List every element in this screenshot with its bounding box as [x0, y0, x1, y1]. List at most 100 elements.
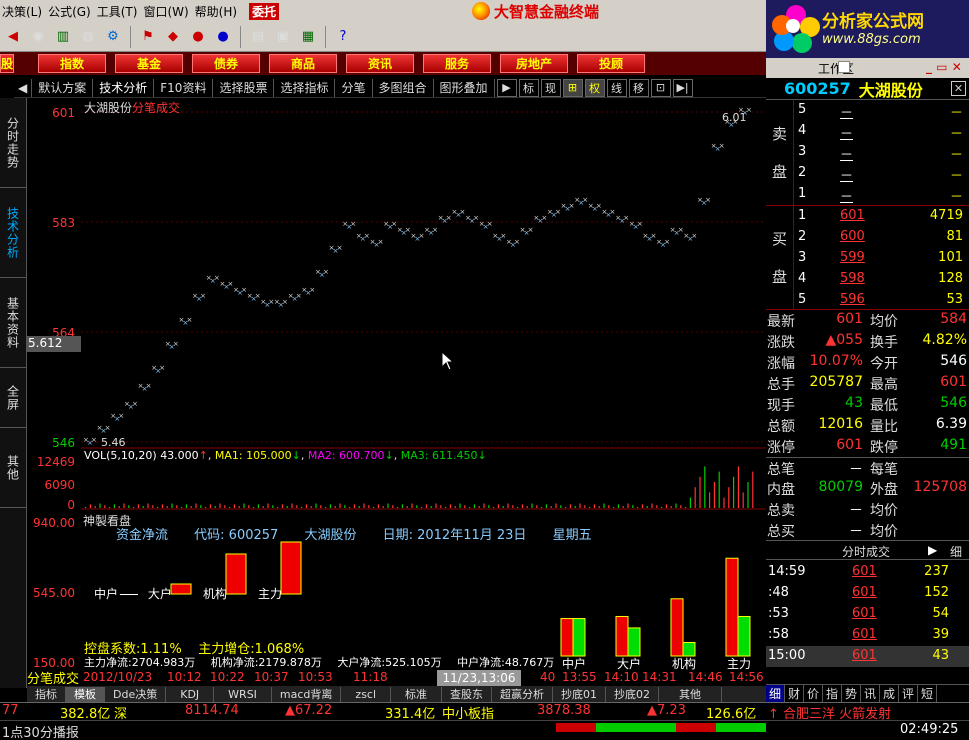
buy-row[interactable]: 3 599 101	[794, 248, 969, 269]
func-select-stock[interactable]: 选择股票	[213, 78, 275, 97]
nav-news[interactable]: 资讯	[346, 54, 414, 73]
func-move[interactable]: 移	[628, 78, 649, 97]
nav-realestate[interactable]: 房地产	[500, 54, 568, 73]
close-icon[interactable]: ✕	[951, 81, 966, 96]
status-broadcast[interactable]: 1点30分播报	[2, 722, 79, 740]
buy-row[interactable]: 2 600 81	[794, 227, 969, 248]
circle-blue-icon[interactable]: ●	[212, 26, 234, 48]
eye-icon[interactable]: ◉	[27, 26, 49, 48]
itab-shareholder[interactable]: 查股东	[442, 686, 493, 702]
sell-volume: －	[949, 169, 963, 184]
next-icon[interactable]: ▶|	[672, 78, 693, 97]
help-icon[interactable]: ?	[332, 26, 354, 48]
itab-macd[interactable]: macd背离	[272, 686, 342, 702]
itab-dde[interactable]: Dde决策	[105, 686, 167, 702]
rp-tab[interactable]: 指	[823, 685, 842, 702]
tick-tab-detail[interactable]: 细	[950, 543, 962, 560]
window-controls-icon[interactable]: _ ▭ ✕	[926, 60, 962, 74]
menu-trade[interactable]: 委托	[249, 2, 280, 20]
right-panel-tabs: 细财价指势讯成评短	[766, 684, 969, 702]
expand-icon[interactable]: ⊡	[650, 78, 671, 97]
rp-tab[interactable]: 价	[804, 685, 823, 702]
nav-fund[interactable]: 基金	[115, 54, 183, 73]
func-line[interactable]: 线	[606, 78, 627, 97]
func-multi-chart[interactable]: 多图组合	[373, 78, 434, 97]
circle-red-icon[interactable]: ●	[187, 26, 209, 48]
itab-standard[interactable]: 标准	[391, 686, 443, 702]
itab-super[interactable]: 超赢分析	[492, 686, 554, 702]
play-right-icon[interactable]: ▶	[496, 78, 517, 97]
itab-bottom02[interactable]: 抄底02	[606, 686, 660, 702]
buy-row[interactable]: 5 596 53	[794, 290, 969, 311]
itab-kdj[interactable]: KDJ	[166, 686, 215, 702]
menu-decision[interactable]: 决策(L)	[0, 3, 46, 20]
tab-intraday[interactable]: 分时走势	[0, 98, 26, 188]
nav-index[interactable]: 指数	[38, 54, 106, 73]
window-icon[interactable]: ▣	[272, 26, 294, 48]
rp-tab[interactable]: 财	[785, 685, 804, 702]
sell-row[interactable]: 1 － －	[794, 184, 969, 205]
buy-row[interactable]: 1 601 4719	[794, 206, 969, 227]
menu-formula[interactable]: 公式(G)	[46, 3, 95, 20]
volume-bar	[406, 506, 408, 508]
itab-other[interactable]: 其他	[659, 686, 723, 702]
flag-icon[interactable]: ⚑	[137, 26, 159, 48]
tick-trade-label: 分笔成交	[27, 668, 82, 687]
rp-tab[interactable]: 短	[918, 685, 937, 702]
flow-info: 资金净流 代码: 600257 大湖股份 日期: 2012年11月 23日 星期…	[116, 524, 614, 543]
itab-zscl[interactable]: zscl	[341, 686, 392, 702]
nav-advisor[interactable]: 投顾	[577, 54, 645, 73]
tab-tech-analysis[interactable]: 技术分析	[0, 188, 26, 278]
gear-icon[interactable]: ⚙	[102, 26, 124, 48]
itab-bottom01[interactable]: 抄底01	[553, 686, 607, 702]
tab-fullscreen[interactable]: 全屏	[0, 368, 26, 428]
func-select-indicator[interactable]: 选择指标	[274, 78, 336, 97]
volume-bar	[344, 505, 346, 508]
func-tick[interactable]: 分笔	[335, 78, 373, 97]
func-now[interactable]: 现	[540, 78, 561, 97]
binoculars-icon[interactable]: ◍	[77, 26, 99, 48]
nav-stock[interactable]: 股	[0, 54, 14, 73]
nav-commodity[interactable]: 商品	[269, 54, 337, 73]
books-icon[interactable]: ▦	[297, 26, 319, 48]
rp-tab[interactable]: 成	[880, 685, 899, 702]
bars-icon[interactable]: ▥	[52, 26, 74, 48]
func-default-scheme[interactable]: 默认方案	[32, 78, 94, 97]
back-icon[interactable]: ◀	[2, 26, 24, 48]
sell-row[interactable]: 2 － －	[794, 163, 969, 184]
menu-tools[interactable]: 工具(T)	[95, 3, 142, 20]
ad-banner[interactable]: 分析家公式网 www.88gs.com	[766, 0, 969, 58]
func-rights[interactable]: 权	[584, 78, 605, 97]
play-left-icon[interactable]: ◀	[14, 78, 33, 97]
menu-window[interactable]: 窗口(W)	[141, 3, 192, 20]
func-overlay[interactable]: 图形叠加	[434, 78, 495, 97]
sell-row[interactable]: 5 － －	[794, 100, 969, 121]
volume-bar	[430, 506, 432, 508]
rp-tab[interactable]: 讯	[861, 685, 880, 702]
sell-row[interactable]: 4 － －	[794, 121, 969, 142]
tab-fundamentals[interactable]: 基本资料	[0, 278, 26, 368]
sell-row[interactable]: 3 － －	[794, 142, 969, 163]
func-tech-analysis[interactable]: 技术分析	[93, 78, 155, 97]
menu-help[interactable]: 帮助(H)	[193, 3, 241, 20]
buy-row[interactable]: 4 598 128	[794, 269, 969, 290]
nav-service[interactable]: 服务	[423, 54, 491, 73]
itab-indicator[interactable]: 指标	[27, 686, 66, 702]
flow-bar-label: 主力	[727, 657, 751, 671]
tab-other[interactable]: 其他	[0, 428, 26, 508]
sell-volume: －	[949, 148, 963, 163]
rp-tab[interactable]: 细	[766, 685, 785, 702]
workspace-dropdown-icon[interactable]	[838, 61, 850, 73]
tick-tab-arrow-icon[interactable]: ▶	[928, 543, 937, 557]
status-alert[interactable]: ↑ 合肥三洋 火箭发射	[768, 703, 891, 720]
rp-tab[interactable]: 评	[899, 685, 918, 702]
itab-template[interactable]: 模板	[66, 686, 105, 702]
itab-wrsi[interactable]: WRSI	[214, 686, 272, 702]
nav-bond[interactable]: 债券	[192, 54, 260, 73]
diamond-icon[interactable]: ◆	[162, 26, 184, 48]
crosshair-icon[interactable]: ⊞	[562, 78, 583, 97]
rp-tab[interactable]: 势	[842, 685, 861, 702]
func-f10[interactable]: F10资料	[154, 78, 214, 97]
print-icon[interactable]: ▤	[247, 26, 269, 48]
func-mark[interactable]: 标	[518, 78, 539, 97]
